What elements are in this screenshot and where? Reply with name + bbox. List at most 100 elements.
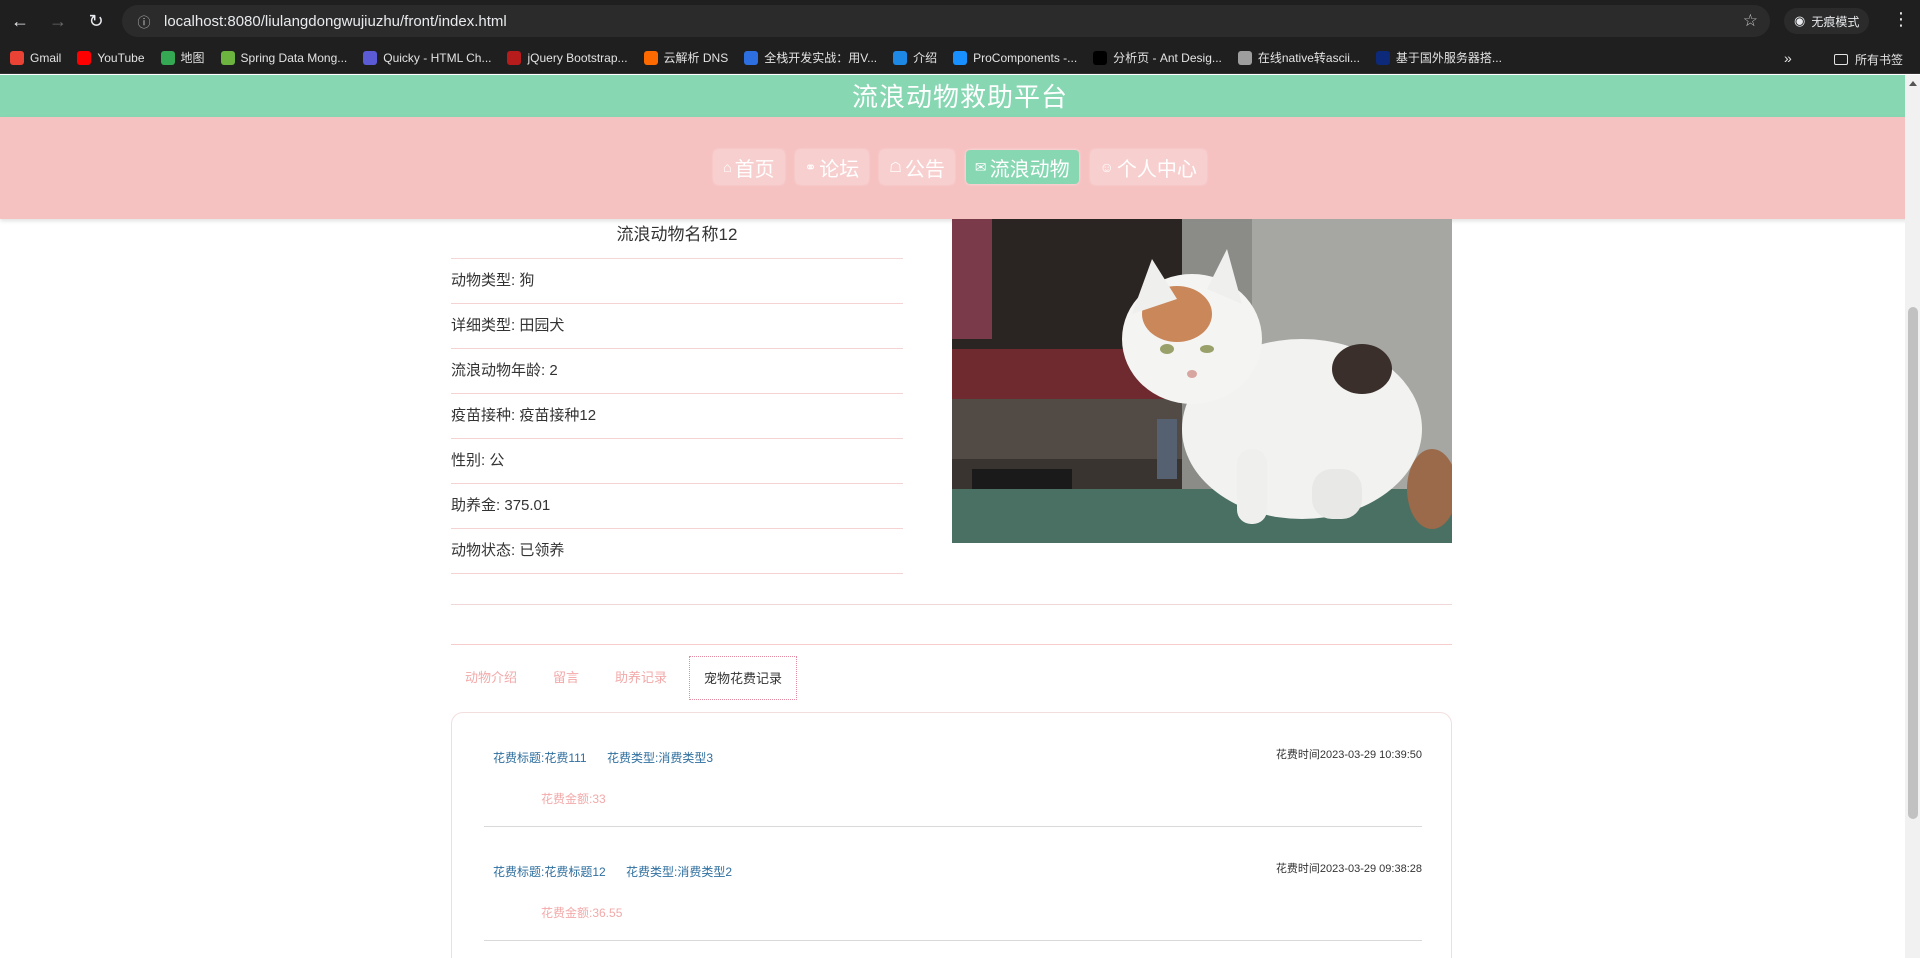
nav-item-2[interactable]: ☖ 公告 [880,150,954,184]
nav-item-0[interactable]: ⌂ 首页 [714,150,784,184]
tab-1[interactable]: 留言 [539,656,593,700]
bookmark-label: 地图 [180,51,205,65]
browser-toolbar: ← → ↻ ⓘ localhost:8080/liulangdongwujiuz… [0,0,1920,42]
site-header: 流浪动物救助平台 [0,75,1920,117]
nav-item-3[interactable]: ✉ 流浪动物 [965,150,1079,184]
tab-0[interactable]: 动物介绍 [451,656,531,700]
site-info-icon[interactable]: ⓘ [128,12,160,31]
forward-icon[interactable]: → [40,3,76,39]
divider [451,644,1452,645]
folder-icon [1834,54,1848,65]
user-icon: ☺ [1099,159,1114,175]
detail-tabs: 动物介绍 留言 助养记录 宠物花费记录 [451,656,805,700]
tab-3[interactable]: 宠物花费记录 [689,656,798,700]
nav-item-1[interactable]: ⚭ 论坛 [795,150,869,184]
incognito-label: 无痕模式 [1811,14,1860,29]
bookmarks-bar: Gmail YouTube 地图 Spring Data Mong... Quicky … [0,42,1920,74]
procomponents-icon [953,50,968,65]
bookmark-label: 介绍 [913,51,938,65]
spring-icon [220,50,235,65]
bookmark-item[interactable]: YouTube [77,50,145,65]
web-icon [1237,50,1252,65]
record-amount: 花费金额:33 [541,792,606,806]
page-viewport: 流浪动物救助平台 ⌂ 首页 ⚭ 论坛 ☖ 公告 ✉ 流浪动物 ☺ 个人中心 流浪动物名称12 动物… [0,75,1920,958]
info-label: 助养金 [451,497,497,514]
all-bookmarks-label: 所有书签 [1855,53,1904,67]
animal-info: 流浪动物名称12 动物类型: 狗详细类型: 田园犬 流浪动物年龄: 2 疫苗接种: … [451,219,903,574]
reload-icon[interactable]: ↻ [78,3,114,39]
maps-icon [160,50,175,65]
more-menu-icon[interactable]: ⋮ [1892,9,1910,30]
address-bar[interactable]: ⓘ localhost:8080/liulangdongwujiuzhu/fro… [122,5,1770,37]
scroll-up-icon[interactable] [1909,81,1917,86]
bookmark-label: Quicky - HTML Ch... [383,50,492,65]
bookmark-item[interactable]: jQuery Bootstrap... [507,50,628,65]
info-row: 动物状态: 已领养 [451,529,903,574]
info-value: 公 [489,452,505,469]
record-amount: 花费金额:36.55 [541,906,623,920]
bookmark-label: 在线native转ascii... [1257,51,1360,65]
nav-item-4[interactable]: ☺ 个人中心 [1090,150,1206,184]
info-row: 详细类型: 田园犬 [451,304,903,349]
page-scrollbar[interactable] [1905,75,1920,958]
record-title: 花费标题:花费标题12 [493,865,606,879]
incognito-badge[interactable]: ◉ 无痕模式 [1784,8,1870,34]
bookmark-item[interactable]: 分析页 - Ant Desig... [1093,49,1222,66]
forum-icon: ⚭ [804,158,817,175]
scroll-thumb[interactable] [1908,307,1918,819]
notice-icon: ☖ [889,158,902,175]
info-value: 疫苗接种12 [519,407,597,424]
bookmark-item[interactable]: 全栈开发实战：用V... [744,49,877,66]
info-row: 动物类型: 狗 [451,259,903,304]
bookmark-label: jQuery Bootstrap... [527,50,628,65]
info-value: 田园犬 [519,317,565,334]
bookmark-label: YouTube [97,50,145,65]
info-value: 狗 [519,272,535,289]
bookmark-item[interactable]: 地图 [160,49,205,66]
info-row: 性别: 公 [451,439,903,484]
info-label: 动物类型 [451,272,512,289]
record-time: 花费时间2023-03-29 10:39:50 [1275,749,1422,761]
info-value: 2 [549,362,558,379]
nav-label: 首页 [734,158,775,181]
info-row: 流浪动物年龄: 2 [451,349,903,394]
info-label: 详细类型 [451,317,512,334]
pro-icon [1093,50,1108,65]
aliyun-icon [643,50,658,65]
home-icon: ⌂ [723,159,732,175]
back-icon[interactable]: ← [2,3,38,39]
url-text[interactable]: localhost:8080/liulangdongwujiuzhu/front… [164,13,507,30]
more-bookmarks-icon[interactable]: » [1784,50,1792,66]
bookmark-label: 全栈开发实战：用V... [764,51,878,65]
tab-2[interactable]: 助养记录 [601,656,681,700]
youtube-icon [77,50,92,65]
bookmark-label: 分析页 - Ant Desig... [1113,51,1222,65]
bookmark-item[interactable]: ProComponents -... [953,50,1077,65]
bookmark-star-icon[interactable]: ☆ [1743,11,1758,31]
divider [451,604,1452,605]
info-label: 动物状态 [451,542,512,559]
bookmark-label: 基于国外服务器搭... [1395,51,1502,65]
animal-photo [952,219,1452,543]
globe-icon [893,50,908,65]
flag-icon [1375,50,1390,65]
mail-icon: ✉ [974,158,987,175]
expense-record: 花费标题:花费111 花费类型:消费类型3 花费金额:33 花费时间2023-03-2… [484,713,1422,827]
bookmark-item[interactable]: 在线native转ascii... [1237,49,1360,66]
bookmark-item[interactable]: Gmail [10,50,61,65]
record-type: 花费类型:消费类型3 [607,751,714,765]
record-type: 花费类型:消费类型2 [626,865,733,879]
gmail-icon [10,50,24,65]
info-value: 已领养 [519,542,565,559]
nav-label: 论坛 [819,158,860,181]
m-icon [744,50,759,65]
nav-label: 流浪动物 [989,158,1070,181]
bookmark-item[interactable]: 介绍 [893,49,937,66]
bookmark-item[interactable]: Spring Data Mong... [220,50,347,65]
all-bookmarks-button[interactable]: 所有书签 [1834,51,1903,68]
incognito-icon: ◉ [1794,13,1806,28]
info-label: 性别 [451,452,482,469]
bookmark-item[interactable]: 云解析 DNS [643,49,728,66]
bookmark-item[interactable]: Quicky - HTML Ch... [363,50,492,65]
bookmark-item[interactable]: 基于国外服务器搭... [1375,49,1502,66]
